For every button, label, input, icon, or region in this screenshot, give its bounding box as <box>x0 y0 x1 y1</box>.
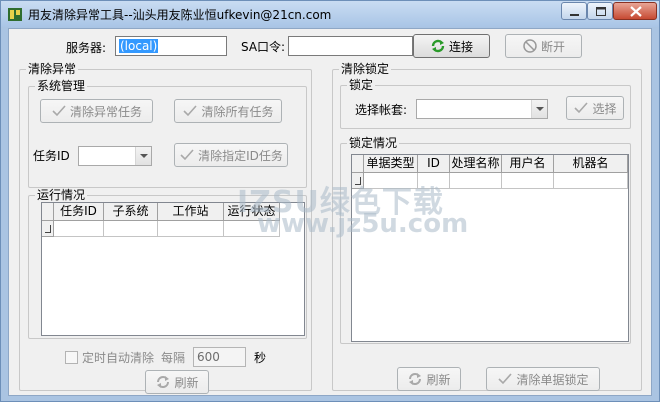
auto-clear-checkbox[interactable] <box>65 351 78 364</box>
chevron-down-icon[interactable] <box>531 100 547 118</box>
interval-input[interactable]: 600 <box>193 347 246 367</box>
select-button[interactable]: 选择 <box>566 96 624 120</box>
minimize-icon <box>570 14 579 16</box>
auto-clear-label: 定时自动清除 <box>82 351 155 365</box>
system-mgmt-title: 系统管理 <box>35 79 88 93</box>
lock-status-group: 锁定情况 单据类型 ID 处理名称 用户名 机器名 <box>340 136 631 344</box>
grid-corner <box>42 203 54 221</box>
system-mgmt-group: 系统管理 清除异常任务 清除所有任务 任务ID 清除指定ID任务 <box>28 79 307 188</box>
title-bar: 用友清除异常工具--汕头用友陈业恒ufkevin@21cn.com <box>1 1 659 27</box>
refresh-locks-button[interactable]: 刷新 <box>397 367 461 391</box>
checkmark-icon <box>180 149 194 161</box>
clear-exception-tasks-button[interactable]: 清除异常任务 <box>40 99 153 123</box>
lock-group: 锁定 选择帐套: 选择 <box>340 78 631 129</box>
sa-password-input[interactable] <box>288 36 413 56</box>
clear-specified-task-label: 清除指定ID任务 <box>198 148 283 163</box>
checkmark-icon <box>498 373 513 385</box>
server-label: 服务器: <box>66 41 107 55</box>
clear-doc-lock-button[interactable]: 清除单据锁定 <box>486 367 600 391</box>
refresh-label: 刷新 <box>174 375 199 390</box>
table-cell[interactable] <box>554 173 628 189</box>
watermark-url: www.jz5u.com <box>257 209 469 239</box>
maximize-icon <box>596 7 606 16</box>
client-area: 服务器: (local) SA口令: 连接 断开 清除异常 系统管理 清除异常任… <box>8 28 652 396</box>
refresh-tasks-button[interactable]: 刷新 <box>145 370 209 394</box>
refresh-icon <box>157 376 170 388</box>
app-icon <box>8 8 22 21</box>
lock-status-title: 锁定情况 <box>347 136 400 150</box>
table-cell[interactable] <box>158 221 224 237</box>
select-label: 选择 <box>592 101 617 116</box>
column-header[interactable]: ID <box>418 155 450 173</box>
task-id-label: 任务ID <box>33 149 70 163</box>
clear-all-tasks-label: 清除所有任务 <box>201 104 274 119</box>
clear-exception-tasks-label: 清除异常任务 <box>69 104 142 119</box>
grid-corner <box>352 155 364 173</box>
maximize-button[interactable] <box>587 2 613 20</box>
refresh-green-icon <box>431 39 445 53</box>
window-title: 用友清除异常工具--汕头用友陈业恒ufkevin@21cn.com <box>28 8 332 22</box>
disconnect-button[interactable]: 断开 <box>505 34 582 58</box>
sa-password-label: SA口令: <box>241 40 286 54</box>
column-header[interactable]: 子系统 <box>104 203 158 221</box>
checkmark-icon <box>52 105 66 117</box>
select-account-label: 选择帐套: <box>355 103 408 117</box>
running-status-title: 运行情况 <box>35 188 88 202</box>
clear-doc-lock-label: 清除单据锁定 <box>516 372 589 387</box>
app-window: 用友清除异常工具--汕头用友陈业恒ufkevin@21cn.com 服务器: (… <box>0 0 660 402</box>
disconnect-label: 断开 <box>540 39 565 54</box>
clear-locks-title: 清除锁定 <box>339 62 392 76</box>
table-cell[interactable] <box>104 221 158 237</box>
clear-all-tasks-button[interactable]: 清除所有任务 <box>174 99 282 123</box>
clear-specified-task-button[interactable]: 清除指定ID任务 <box>174 143 288 167</box>
table-cell[interactable] <box>54 221 104 237</box>
seconds-label: 秒 <box>254 351 267 365</box>
server-value: (local) <box>119 39 159 53</box>
column-header[interactable]: 处理名称 <box>450 155 502 173</box>
close-icon <box>630 6 642 17</box>
select-account-combo[interactable] <box>416 99 548 119</box>
clear-exceptions-title: 清除异常 <box>26 62 79 76</box>
server-input[interactable]: (local) <box>115 36 227 56</box>
table-cell[interactable] <box>450 173 502 189</box>
column-header[interactable]: 工作站 <box>158 203 224 221</box>
chevron-down-icon[interactable] <box>135 147 151 165</box>
connect-label: 连接 <box>448 39 473 54</box>
column-header[interactable]: 机器名 <box>554 155 628 173</box>
refresh-label: 刷新 <box>426 372 451 387</box>
row-indicator <box>42 221 54 237</box>
checkmark-icon <box>183 105 198 117</box>
minimize-button[interactable] <box>561 2 587 20</box>
connect-button[interactable]: 连接 <box>413 34 490 58</box>
close-button[interactable] <box>613 2 657 20</box>
column-header[interactable]: 单据类型 <box>364 155 418 173</box>
column-header[interactable]: 用户名 <box>502 155 554 173</box>
interval-label: 每隔 <box>161 351 186 365</box>
checkmark-icon <box>574 102 589 114</box>
task-id-combo[interactable] <box>78 146 152 166</box>
refresh-icon <box>409 373 422 385</box>
lock-title: 锁定 <box>347 78 376 92</box>
disconnect-icon <box>523 39 537 53</box>
column-header[interactable]: 任务ID <box>54 203 104 221</box>
table-cell[interactable] <box>502 173 554 189</box>
